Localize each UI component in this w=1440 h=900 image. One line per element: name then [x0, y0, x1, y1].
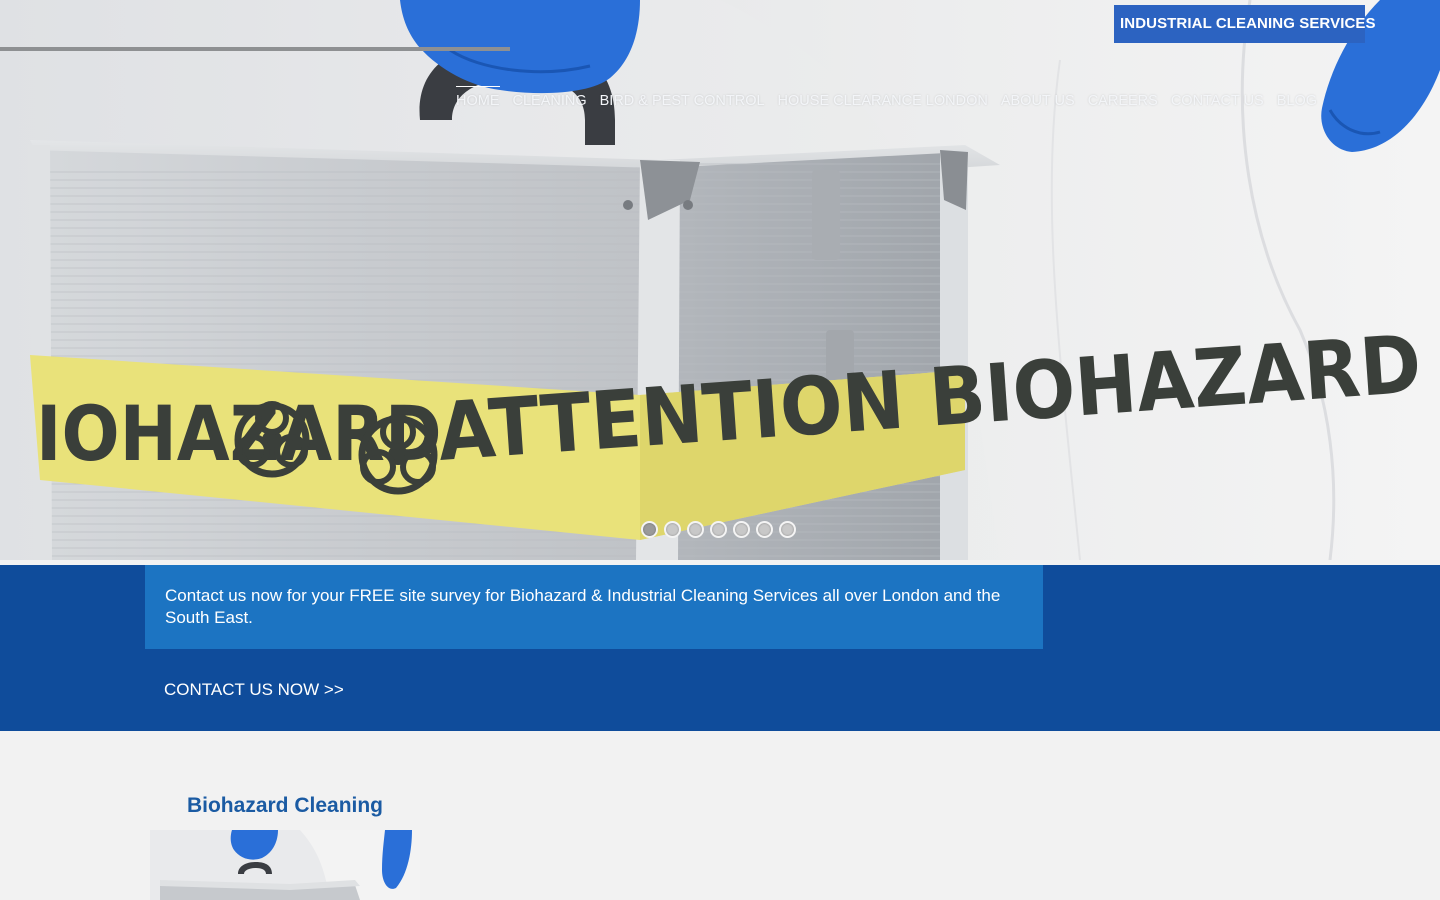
- slider-dot-7[interactable]: [779, 521, 796, 538]
- main-nav: HOME CLEANING BIRD & PEST CONTROL HOUSE …: [456, 86, 1317, 116]
- hero-image: IOHAZARD ATTENTION BIOHAZARD: [28, 0, 1440, 560]
- service-thumb-image: [150, 830, 420, 900]
- service-title-biohazard[interactable]: Biohazard Cleaning: [150, 792, 420, 820]
- slider-dot-2[interactable]: [664, 521, 681, 538]
- slider-dot-4[interactable]: [710, 521, 727, 538]
- slider-dot-6[interactable]: [756, 521, 773, 538]
- nav-about-us[interactable]: ABOUT US: [1001, 86, 1075, 116]
- hero-slider: IOHAZARD ATTENTION BIOHAZARD INDUSTRIAL …: [0, 0, 1440, 560]
- top-divider: [0, 47, 510, 51]
- slider-dots: [641, 521, 796, 538]
- brand-badge[interactable]: INDUSTRIAL CLEANING SERVICES: [1114, 5, 1376, 43]
- survey-message: Contact us now for your FREE site survey…: [145, 565, 1043, 649]
- nav-careers[interactable]: CAREERS: [1088, 86, 1158, 116]
- slider-dot-1[interactable]: [641, 521, 658, 538]
- nav-blog[interactable]: BLOG: [1277, 86, 1317, 116]
- nav-house-clearance-london[interactable]: HOUSE CLEARANCE LONDON: [778, 86, 988, 116]
- cta-band: Contact us now for your FREE site survey…: [0, 565, 1440, 731]
- nav-home[interactable]: HOME: [456, 86, 500, 116]
- nav-contact-us[interactable]: CONTACT US: [1171, 86, 1264, 116]
- slider-dot-3[interactable]: [687, 521, 704, 538]
- service-thumb-biohazard[interactable]: [150, 830, 420, 900]
- nav-bird-pest-control[interactable]: BIRD & PEST CONTROL: [600, 86, 765, 116]
- nav-cleaning[interactable]: CLEANING: [513, 86, 587, 116]
- slider-dot-5[interactable]: [733, 521, 750, 538]
- contact-us-now-link[interactable]: CONTACT US NOW >>: [164, 679, 344, 701]
